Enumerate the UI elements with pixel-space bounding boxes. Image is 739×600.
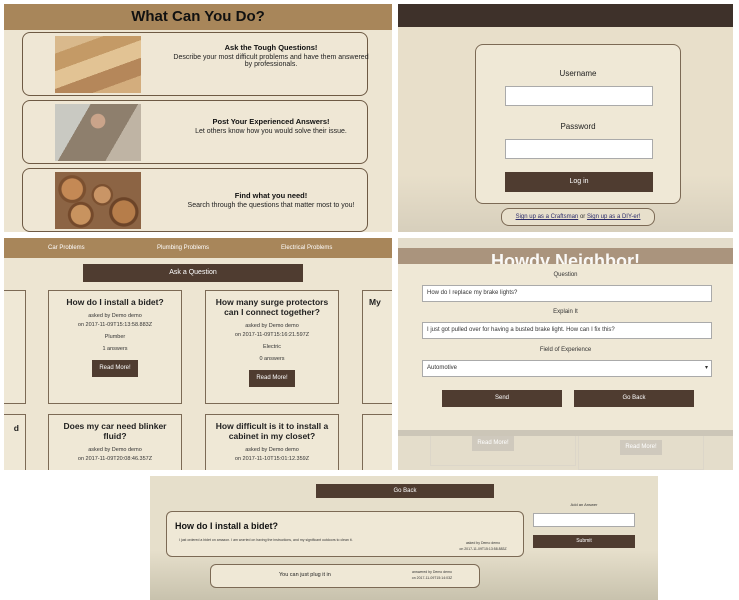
go-back-button[interactable]: Go Back: [574, 390, 694, 407]
field-select-value: Automotive: [427, 365, 458, 371]
ghost-read-more: Read More!: [472, 436, 514, 451]
password-input[interactable]: [505, 139, 653, 159]
question-field: Plumber: [104, 334, 126, 340]
question-input[interactable]: How do I replace my brake lights?: [422, 285, 712, 302]
feature-title: Post Your Experienced Answers!: [212, 117, 330, 126]
read-more-button[interactable]: Read More!: [249, 370, 295, 387]
question-title: My: [369, 297, 381, 307]
answer-text: You can just plug it in: [279, 572, 331, 578]
question-date: on 2017-11-09T15:13:58.883Z: [77, 322, 153, 328]
question-title: How do I install a bidet?: [66, 297, 164, 307]
question-card: How do I install a bidet? asked by Demo …: [48, 290, 182, 404]
send-button[interactable]: Send: [442, 390, 562, 407]
feature-title: Ask the Tough Questions!: [224, 43, 318, 52]
ask-question-button[interactable]: Ask a Question: [83, 264, 303, 282]
nav-electrical-problems[interactable]: Electrical Problems: [281, 238, 332, 258]
login-button[interactable]: Log in: [505, 172, 653, 192]
feature-card-find: Find what you need! Search through the q…: [22, 168, 368, 232]
feature-desc: Let others know how you would solve thei…: [195, 128, 347, 135]
question-title: Does my car need blinker fluid?: [63, 421, 167, 441]
questions-panel: Car Problems Plumbing Problems Electrica…: [4, 238, 392, 470]
question-title: d: [13, 423, 19, 433]
question-date: on 2017-11-09T15:16:21.597Z: [234, 332, 310, 338]
question-card-partial: d: [4, 414, 26, 470]
submit-button[interactable]: Submit: [533, 535, 635, 548]
explain-input[interactable]: I just got pulled over for having a bust…: [422, 322, 712, 339]
read-more-button[interactable]: Read More!: [92, 360, 138, 377]
answer-date: on 2017-11-09T15:14:03Z: [411, 576, 453, 580]
question-card-partial: [4, 290, 26, 404]
feature-desc: Search through the questions that matter…: [187, 202, 355, 209]
feature-card-answer: Post Your Experienced Answers! Let other…: [22, 100, 368, 164]
signup-diyer-link[interactable]: Sign up as a DIY-er!: [587, 214, 640, 220]
question-card: How difficult is it to install a cabinet…: [205, 414, 339, 470]
lumber-image: [55, 36, 141, 93]
logs-image: [55, 172, 141, 229]
question-title: How difficult is it to install a cabinet…: [215, 421, 329, 441]
category-nav: Car Problems Plumbing Problems Electrica…: [4, 238, 392, 258]
login-panel: Username Password Log in Sign up as a Cr…: [398, 4, 733, 232]
nav-plumbing-problems[interactable]: Plumbing Problems: [157, 238, 209, 258]
chevron-down-icon: ▾: [704, 365, 708, 371]
question-card: How many surge protectors can I connect …: [205, 290, 339, 404]
asked-by: asked by Demo demo: [245, 447, 299, 453]
login-form: Username Password Log in: [475, 44, 681, 204]
question-card-partial: [362, 414, 392, 470]
feature-desc: Describe your most difficult problems an…: [173, 54, 369, 68]
field-label: Field of Experience: [539, 347, 592, 353]
question-title: How many surge protectors can I connect …: [215, 297, 329, 317]
answer-input[interactable]: [533, 513, 635, 527]
nav-car-problems[interactable]: Car Problems: [48, 238, 85, 258]
question-card-partial: My: [362, 290, 392, 404]
craftsman-image: [55, 104, 141, 161]
features-panel: What Can You Do? Ask the Tough Questions…: [4, 4, 392, 232]
question-title: How do I install a bidet?: [175, 521, 279, 531]
question-date: on 2017-11-09T15:13:58.883Z: [459, 547, 507, 551]
password-label: Password: [560, 122, 596, 131]
answer-count: 1 answers: [102, 346, 128, 352]
question-body: I just ordered a bidet on amazon. I am w…: [179, 538, 353, 542]
asked-by: asked by Demo demo: [88, 313, 142, 319]
question-detail-panel: Go Back How do I install a bidet? I just…: [150, 476, 658, 600]
answer-label: Add an Answer: [570, 502, 598, 507]
explain-label: Explain It: [553, 309, 578, 315]
signup-links: Sign up as a Craftsman or Sign up as a D…: [501, 208, 655, 226]
signup-craftsman-link[interactable]: Sign up as a Craftsman: [516, 214, 579, 220]
feature-title: Find what you need!: [234, 191, 308, 200]
feature-card-ask: Ask the Tough Questions! Describe your m…: [22, 32, 369, 96]
ghost-read-more: Read More!: [620, 440, 662, 455]
field-select[interactable]: Automotive ▾: [422, 360, 712, 377]
go-back-button[interactable]: Go Back: [316, 484, 494, 498]
ask-question-form: Question How do I replace my brake light…: [398, 264, 733, 430]
question-label: Question: [553, 272, 578, 278]
question-box: How do I install a bidet? I just ordered…: [166, 511, 524, 557]
ask-form-panel: Howdy Neighbor! Question How do I replac…: [398, 238, 733, 470]
asked-by: asked by Demo demo: [88, 447, 142, 453]
question-field: Electric: [262, 344, 282, 350]
answer-count: 0 answers: [259, 356, 285, 362]
question-date: on 2017-11-10T15:01:12.359Z: [234, 456, 310, 462]
username-input[interactable]: [505, 86, 653, 106]
question-card: Does my car need blinker fluid? asked by…: [48, 414, 182, 470]
asked-by: asked by Demo demo: [245, 323, 299, 329]
username-label: Username: [559, 69, 597, 78]
features-title: What Can You Do?: [4, 4, 392, 30]
answer-box: You can just plug it in answered by Demo…: [210, 564, 480, 588]
question-date: on 2017-11-09T20:08:46.357Z: [77, 456, 153, 462]
